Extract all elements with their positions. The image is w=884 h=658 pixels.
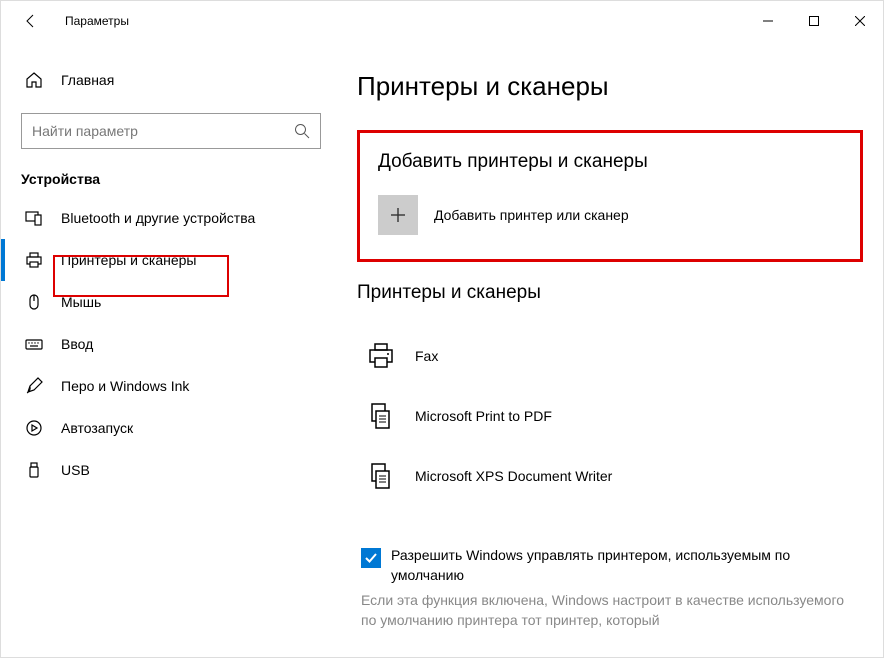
sidebar-item-label: Принтеры и сканеры	[61, 252, 196, 268]
sidebar-item-label: USB	[61, 462, 90, 478]
printer-icon	[25, 251, 43, 269]
arrow-left-icon	[23, 13, 39, 29]
search-icon	[294, 123, 310, 139]
plus-icon-button	[378, 195, 418, 235]
sidebar-item-label: Мышь	[61, 294, 101, 310]
window-title: Параметры	[65, 14, 129, 28]
sidebar-item-printers[interactable]: Принтеры и сканеры	[1, 239, 341, 281]
category-header: Устройства	[1, 149, 341, 197]
add-printer-button[interactable]: Добавить принтер или сканер	[378, 195, 842, 235]
add-printer-label: Добавить принтер или сканер	[434, 207, 629, 223]
add-section-title: Добавить принтеры и сканеры	[378, 151, 842, 173]
sidebar-item-label: Bluetooth и другие устройства	[61, 210, 255, 226]
sidebar: Главная Устройства Bluetooth и другие ус…	[1, 41, 341, 657]
printer-name: Fax	[415, 348, 438, 364]
help-text: Если эта функция включена, Windows настр…	[357, 591, 863, 630]
devices-icon	[25, 209, 43, 227]
home-button[interactable]: Главная	[1, 61, 341, 99]
sidebar-item-bluetooth[interactable]: Bluetooth и другие устройства	[1, 197, 341, 239]
sidebar-item-autoplay[interactable]: Автозапуск	[1, 407, 341, 449]
maximize-button[interactable]	[791, 5, 837, 37]
keyboard-icon	[25, 335, 43, 353]
title-bar: Параметры	[1, 1, 883, 41]
printer-item-fax[interactable]: Fax	[357, 326, 863, 386]
xps-printer-icon	[361, 456, 401, 496]
minimize-button[interactable]	[745, 5, 791, 37]
checkbox-checked[interactable]	[361, 548, 381, 568]
sidebar-item-typing[interactable]: Ввод	[1, 323, 341, 365]
autoplay-icon	[25, 419, 43, 437]
maximize-icon	[809, 16, 819, 26]
sidebar-item-pen[interactable]: Перо и Windows Ink	[1, 365, 341, 407]
usb-icon	[25, 461, 43, 479]
list-section-title: Принтеры и сканеры	[357, 282, 863, 304]
pen-icon	[25, 377, 43, 395]
page-title: Принтеры и сканеры	[357, 71, 863, 102]
search-input[interactable]	[32, 123, 294, 139]
printer-name: Microsoft XPS Document Writer	[415, 468, 612, 484]
sidebar-item-label: Ввод	[61, 336, 93, 352]
mouse-icon	[25, 293, 43, 311]
printer-item-xps[interactable]: Microsoft XPS Document Writer	[357, 446, 863, 506]
checkmark-icon	[364, 551, 378, 565]
printer-list-section: Принтеры и сканеры Fax Microsoft Print t…	[357, 282, 863, 506]
pdf-printer-icon	[361, 396, 401, 436]
add-printer-section: Добавить принтеры и сканеры Добавить при…	[357, 130, 863, 262]
sidebar-item-usb[interactable]: USB	[1, 449, 341, 491]
fax-icon	[361, 336, 401, 376]
main-content: Принтеры и сканеры Добавить принтеры и с…	[341, 41, 883, 657]
checkbox-label: Разрешить Windows управлять принтером, и…	[391, 546, 863, 585]
sidebar-item-label: Автозапуск	[61, 420, 133, 436]
default-printer-checkbox-row[interactable]: Разрешить Windows управлять принтером, и…	[357, 546, 863, 585]
close-button[interactable]	[837, 5, 883, 37]
close-icon	[855, 16, 865, 26]
home-icon	[25, 71, 43, 89]
window-controls	[745, 5, 883, 37]
sidebar-item-label: Перо и Windows Ink	[61, 378, 189, 394]
minimize-icon	[763, 16, 773, 26]
back-button[interactable]	[21, 11, 41, 31]
printer-item-pdf[interactable]: Microsoft Print to PDF	[357, 386, 863, 446]
sidebar-item-mouse[interactable]: Мышь	[1, 281, 341, 323]
home-label: Главная	[61, 72, 114, 88]
search-box[interactable]	[21, 113, 321, 149]
plus-icon	[390, 207, 406, 223]
printer-name: Microsoft Print to PDF	[415, 408, 552, 424]
